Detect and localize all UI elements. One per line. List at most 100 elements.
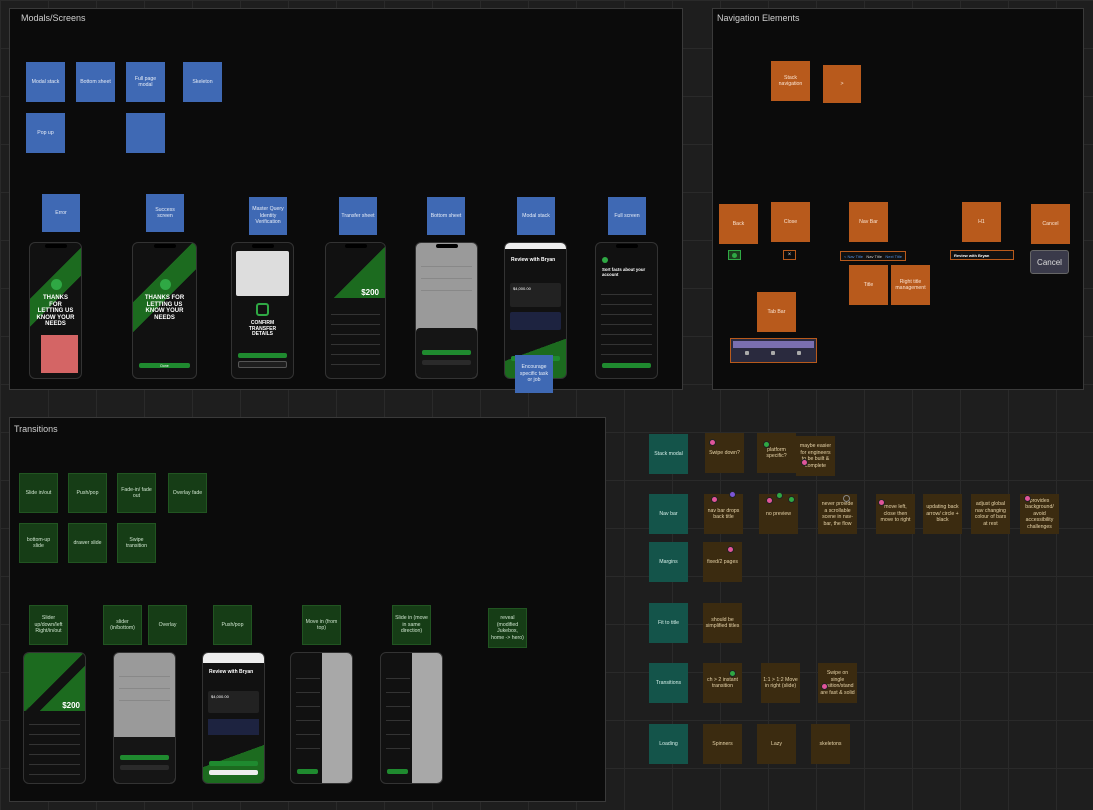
close-icon-sample[interactable]: × [783, 250, 796, 260]
note-fixed-pages[interactable]: fixed/2 pages [703, 542, 742, 582]
transition-4-button[interactable] [297, 769, 318, 774]
phone-identity[interactable]: CONFIRM TRANSFER DETAILS [231, 242, 294, 379]
label-full-screen[interactable]: Full screen [608, 197, 646, 235]
note-skeletons[interactable]: skeletons [811, 724, 850, 764]
vote-dot-icon[interactable] [1024, 495, 1031, 502]
label-error[interactable]: Error [42, 194, 80, 232]
cancel-button[interactable]: Cancel [1030, 250, 1069, 274]
transition-phone-1[interactable]: $200 [23, 652, 86, 784]
note-instant-transition[interactable]: ch > 2 instant transition [703, 663, 742, 703]
phone-transfer[interactable]: $200 [325, 242, 386, 379]
sticky-encourage-task[interactable]: Encourage specific task or job [515, 355, 553, 393]
row-label-stack-modal[interactable]: Stack modal [649, 434, 688, 474]
bottom-sheet-secondary[interactable] [422, 360, 471, 365]
sticky-overlay-fade[interactable]: Overlay fade [168, 473, 207, 513]
tab-icon-home[interactable] [745, 351, 749, 355]
tab-bar-sample[interactable] [730, 338, 817, 363]
note-easier-engineers[interactable]: maybe easier for engineers to be built &… [796, 436, 835, 476]
transition-3-secondary[interactable] [209, 770, 258, 775]
sticky-drawer-slide[interactable]: drawer slide [68, 523, 107, 563]
transition-2-primary[interactable] [120, 755, 169, 760]
note-spinners[interactable]: Spinners [703, 724, 742, 764]
vote-dot-icon[interactable] [763, 441, 770, 448]
transition-phone-3[interactable]: Review with Bryan $4,000.00 [202, 652, 265, 784]
tab-icon-profile[interactable] [797, 351, 801, 355]
nav-bar-sample[interactable]: < Nav Title Nav Title Next Title [840, 251, 906, 261]
sticky-nav-bar[interactable]: Nav Bar [849, 202, 888, 242]
label-reveal[interactable]: reveal (modified Jukebox, home -> hero) [488, 608, 527, 648]
sticky-h1[interactable]: H1 [962, 202, 1001, 242]
label-modal-stack[interactable]: Modal stack [517, 197, 555, 235]
note-adjust-global[interactable]: adjust global nav changing colour of bar… [971, 494, 1010, 534]
label-success[interactable]: Success screen [146, 194, 184, 232]
vote-dot-icon[interactable] [727, 546, 734, 553]
label-move-in[interactable]: Move in (from top) [302, 605, 341, 645]
sticky-fade[interactable]: Fade-in/ fade out [117, 473, 156, 513]
sticky-pop-up[interactable]: Pop up [26, 113, 65, 153]
sticky-tab-bar[interactable]: Tab Bar [757, 292, 796, 332]
back-icon-sample[interactable] [728, 250, 741, 260]
bottom-sheet-primary[interactable] [422, 350, 471, 355]
full-screen-button[interactable] [602, 363, 651, 368]
sticky-empty[interactable] [126, 113, 165, 153]
note-lazy[interactable]: Lazy [757, 724, 796, 764]
sticky-swipe-transition[interactable]: Swipe transition [117, 523, 156, 563]
label-identity[interactable]: Master Query Identity Verification [249, 197, 287, 235]
transition-phone-5[interactable] [380, 652, 443, 784]
label-slider-bottom[interactable]: slider (in/bottom) [103, 605, 142, 645]
label-bottom-sheet[interactable]: Bottom sheet [427, 197, 465, 235]
sticky-bottom-sheet[interactable]: Bottom sheet [76, 62, 115, 102]
transition-2-secondary[interactable] [120, 765, 169, 770]
vote-dot-icon[interactable] [821, 683, 828, 690]
row-label-fit-to-title[interactable]: Fit to title [649, 603, 688, 643]
sticky-bottom-up[interactable]: bottom-up slide [19, 523, 58, 563]
transition-3-button[interactable] [209, 761, 258, 766]
identity-cancel-button[interactable] [238, 361, 287, 368]
transition-phone-2[interactable] [113, 652, 176, 784]
vote-dot-icon[interactable] [776, 492, 783, 499]
note-simplified-titles[interactable]: should be simplified titles [703, 603, 742, 643]
vote-dot-icon[interactable] [729, 670, 736, 677]
phone-success[interactable]: THANKS FOR LETTING US KNOW YOUR NEEDS Do… [132, 242, 197, 379]
vote-dot-icon[interactable] [711, 496, 718, 503]
transition-5-button[interactable] [387, 769, 408, 774]
vote-dot-icon[interactable] [801, 459, 808, 466]
vote-dot-icon[interactable] [878, 499, 885, 506]
sticky-slide-in-out[interactable]: Slide in/out [19, 473, 58, 513]
success-done-button[interactable]: Done [139, 363, 190, 368]
sticky-right-title[interactable]: Right title management [891, 265, 930, 305]
note-updating-back[interactable]: updating back arrow/ circle + black [923, 494, 962, 534]
vote-dot-icon[interactable] [729, 491, 736, 498]
phone-error[interactable]: THANKS FOR LETTING US KNOW YOUR NEEDS [29, 242, 82, 379]
nav-bar-action-link[interactable]: Next Title [885, 254, 902, 259]
sticky-push-pop[interactable]: Push/pop [68, 473, 107, 513]
sticky-back[interactable]: Back [719, 204, 758, 244]
sticky-title[interactable]: Title [849, 265, 888, 305]
nav-bar-back-link[interactable]: < Nav Title [844, 254, 863, 259]
label-slide-in[interactable]: Slide in (move in same direction) [392, 605, 431, 645]
vote-dot-icon[interactable] [843, 495, 850, 502]
label-overlay[interactable]: Overlay [148, 605, 187, 645]
label-push-pop[interactable]: Push/pop [213, 605, 252, 645]
vote-dot-icon[interactable] [788, 496, 795, 503]
sticky-cancel[interactable]: Cancel [1031, 204, 1070, 244]
tab-icon-cards[interactable] [771, 351, 775, 355]
sticky-stack-navigation[interactable]: Stack navigation [771, 61, 810, 101]
identity-confirm-button[interactable] [238, 353, 287, 358]
row-label-transitions[interactable]: Transitions [649, 663, 688, 703]
vote-dot-icon[interactable] [766, 497, 773, 504]
transition-phone-4[interactable] [290, 652, 353, 784]
note-never-scrollable[interactable]: never provide a scrollable scene in nav-… [818, 494, 857, 534]
label-transfer[interactable]: Transfer sheet [339, 197, 377, 235]
row-label-nav-bar[interactable]: Nav bar [649, 494, 688, 534]
vote-dot-icon[interactable] [709, 439, 716, 446]
row-label-margins[interactable]: Margins [649, 542, 688, 582]
label-slider[interactable]: Slider up/down/left Right/in/out [29, 605, 68, 645]
note-nav-bar-drops[interactable]: nav bar drops back title [704, 494, 743, 534]
phone-full-screen[interactable]: Sort facts about your account [595, 242, 658, 379]
note-platform-specific[interactable]: platform specific? [757, 433, 796, 473]
sticky-skeleton[interactable]: Skeleton [183, 62, 222, 102]
sticky-arrow[interactable]: > [823, 65, 861, 103]
phone-bottom-sheet[interactable] [415, 242, 478, 379]
sticky-full-page-modal[interactable]: Full page modal [126, 62, 165, 102]
